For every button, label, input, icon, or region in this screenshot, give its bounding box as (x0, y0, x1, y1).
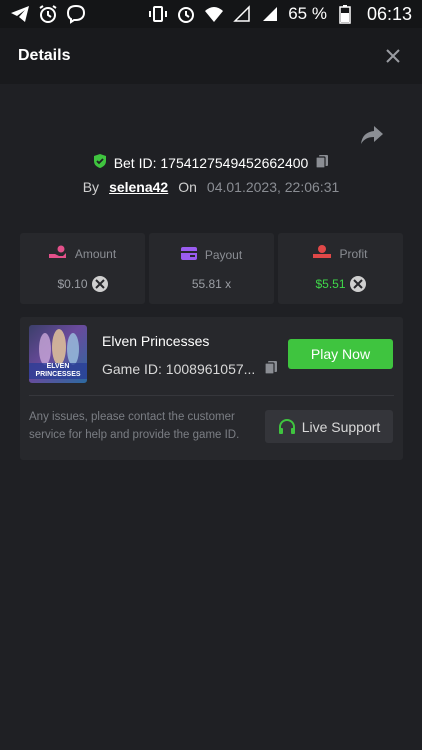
close-icon (386, 49, 400, 63)
status-left (10, 4, 86, 24)
alarm-icon (176, 4, 196, 24)
copy-game-id-button[interactable] (263, 359, 279, 378)
currency-x-icon (91, 276, 108, 292)
status-bar: 65 % 06:13 (0, 0, 422, 28)
username-link[interactable]: selena42 (109, 179, 168, 195)
clock: 06:13 (366, 3, 412, 24)
game-id: Game ID: 1008961057... (102, 360, 256, 377)
by-label: By (82, 179, 100, 195)
bet-meta-row: By selena42 On 04.01.2023, 22:06:31 (0, 179, 422, 195)
status-right: 65 % 06:13 (148, 4, 412, 25)
page-title: Details (18, 47, 71, 64)
viber-icon (66, 4, 86, 24)
bet-date: 04.01.2023, 22:06:31 (206, 179, 340, 195)
shield-check-icon (92, 153, 108, 172)
copy-icon (315, 155, 329, 169)
battery-icon (335, 4, 355, 24)
copy-icon (264, 361, 278, 375)
stat-profit: Profit $5.51 (278, 233, 403, 304)
live-support-label: Live Support (301, 418, 381, 435)
wifi-icon (204, 4, 224, 24)
game-id-row: Game ID: 1008961057... (102, 359, 279, 378)
close-button[interactable] (382, 45, 404, 67)
copy-bet-id-button[interactable] (314, 153, 330, 172)
stat-value-row: 55.81 x (192, 277, 231, 291)
game-thumbnail-title: ELVEN PRINCESSES (29, 363, 87, 379)
play-now-button[interactable]: Play Now (288, 339, 393, 369)
signal-empty-icon (232, 4, 252, 24)
headset-icon (278, 418, 295, 434)
support-note: Any issues, please contact the customer … (29, 411, 240, 441)
game-thumbnail[interactable]: ELVEN PRINCESSES (29, 325, 87, 383)
alarm-icon (38, 4, 58, 24)
stat-label: Payout (204, 247, 243, 262)
stat-value-row: $0.10 (57, 276, 108, 292)
signal-icon (260, 4, 280, 24)
stat-label-row: Payout (180, 246, 243, 263)
share-icon (361, 126, 383, 144)
stat-value-row: $5.51 (315, 276, 366, 292)
stat-label: Amount (74, 246, 117, 261)
bet-id: Bet ID: 1754127549452662400 (113, 154, 309, 171)
game-card: ELVEN PRINCESSES Elven Princesses Game I… (20, 317, 403, 460)
bet-stats: Amount $0.10 Payout 55.81 x Profit $5.51 (20, 233, 403, 304)
stat-value: $5.51 (315, 277, 346, 291)
divider (29, 395, 394, 396)
details-header: Details (0, 28, 422, 84)
game-name: Elven Princesses (102, 333, 210, 349)
vibrate-icon (148, 4, 168, 24)
stat-payout: Payout 55.81 x (149, 233, 274, 304)
telegram-icon (10, 4, 30, 24)
coins-hand-icon (48, 245, 67, 262)
live-support-button[interactable]: Live Support (265, 410, 393, 443)
profit-icon (313, 245, 332, 262)
stat-amount: Amount $0.10 (20, 233, 145, 304)
bet-id-row: Bet ID: 1754127549452662400 (0, 153, 422, 172)
stat-label-row: Profit (313, 245, 368, 262)
stat-value: $0.10 (57, 277, 88, 291)
currency-x-icon (349, 276, 366, 292)
share-button[interactable] (360, 124, 384, 146)
card-icon (180, 246, 197, 263)
stat-label-row: Amount (48, 245, 117, 262)
on-label: On (178, 179, 197, 195)
stat-label: Profit (339, 246, 368, 261)
battery-percent: 65 % (288, 4, 327, 23)
stat-value: 55.81 x (191, 276, 232, 291)
